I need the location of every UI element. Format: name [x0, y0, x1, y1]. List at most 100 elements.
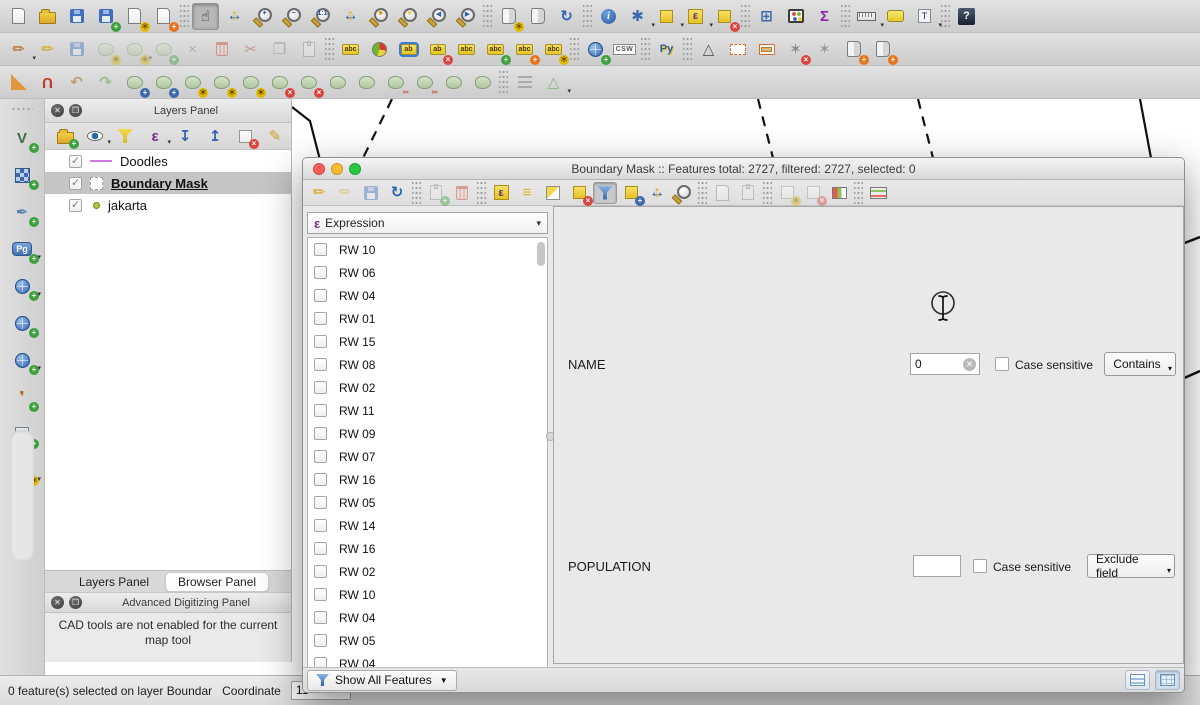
reshape-features-icon[interactable]: [324, 69, 351, 96]
feature-row[interactable]: RW 06: [308, 261, 547, 284]
delete-ring-icon[interactable]: ×: [266, 69, 293, 96]
deselect-all-icon[interactable]: ×: [711, 3, 738, 30]
list-scrollbar[interactable]: [537, 242, 545, 266]
filter-by-expression-icon[interactable]: ε▾: [143, 125, 167, 147]
clear-style-icon[interactable]: ✎: [263, 125, 287, 147]
move-selection-top-icon[interactable]: +: [619, 182, 643, 204]
add-feature-icon[interactable]: ＊: [92, 36, 119, 63]
cad-tools-icon[interactable]: [5, 69, 32, 96]
feature-checkbox[interactable]: [314, 634, 327, 647]
float-panel-icon[interactable]: ❐: [69, 596, 82, 609]
show-statistics-icon[interactable]: Σ: [811, 3, 838, 30]
add-group-icon[interactable]: +: [53, 125, 77, 147]
select-features-icon[interactable]: ▾: [653, 3, 680, 30]
form-view-icon[interactable]: [1125, 670, 1150, 690]
simplify-feature-icon[interactable]: +: [150, 69, 177, 96]
conditional-formatting-icon[interactable]: [827, 182, 851, 204]
remove-layer-icon[interactable]: ×: [233, 125, 257, 147]
feature-checkbox[interactable]: [314, 588, 327, 601]
cut-features-icon[interactable]: ✂: [237, 36, 264, 63]
current-edits-icon[interactable]: ✏▾: [5, 36, 32, 63]
tab-browser-panel[interactable]: Browser Panel: [165, 572, 269, 592]
population-filter-input[interactable]: [913, 555, 961, 577]
delete-selected-features-icon[interactable]: [450, 182, 474, 204]
layer-checkbox[interactable]: [69, 199, 82, 212]
zoom-last-icon[interactable]: ◀: [424, 3, 451, 30]
multiedit-mode-icon[interactable]: ✏: [333, 182, 357, 204]
fill-ring-icon[interactable]: ＊: [237, 69, 264, 96]
apply-style-wand-icon[interactable]: ✶: [811, 36, 838, 63]
paste-rows-icon[interactable]: [736, 182, 760, 204]
multiedit-attributes-icon[interactable]: [511, 69, 538, 96]
feature-checkbox[interactable]: [314, 358, 327, 371]
name-case-sensitive-checkbox[interactable]: [995, 357, 1009, 371]
dialog-titlebar[interactable]: Boundary Mask :: Features total: 2727, f…: [303, 158, 1184, 180]
feature-checkbox[interactable]: [314, 565, 327, 578]
delete-field-icon[interactable]: ×: [801, 182, 825, 204]
expand-all-icon[interactable]: ↧: [173, 125, 197, 147]
feature-checkbox[interactable]: [314, 427, 327, 440]
save-layer-edits-icon[interactable]: [63, 36, 90, 63]
split-parts-icon[interactable]: ✂: [411, 69, 438, 96]
paste-features-icon[interactable]: [295, 36, 322, 63]
move-feature-icon[interactable]: +: [150, 36, 177, 63]
feature-checkbox[interactable]: [314, 611, 327, 624]
feature-row[interactable]: RW 14: [308, 514, 547, 537]
feature-row[interactable]: RW 02: [308, 376, 547, 399]
delete-selected-icon[interactable]: [208, 36, 235, 63]
python-console-icon[interactable]: Py: [653, 36, 680, 63]
feature-checkbox[interactable]: [314, 312, 327, 325]
undo-icon[interactable]: ↶: [63, 69, 90, 96]
feature-checkbox[interactable]: [314, 542, 327, 555]
feature-row[interactable]: RW 04: [308, 284, 547, 307]
new-print-composer-icon[interactable]: ＊: [121, 3, 148, 30]
merge-attributes-icon[interactable]: [469, 69, 496, 96]
feature-checkbox[interactable]: [314, 473, 327, 486]
population-case-sensitive-checkbox[interactable]: [973, 559, 987, 573]
feature-row[interactable]: RW 16: [308, 468, 547, 491]
zoom-next-icon[interactable]: ▶: [453, 3, 480, 30]
filter-legend-icon[interactable]: [113, 125, 137, 147]
feature-row[interactable]: RW 07: [308, 445, 547, 468]
show-all-features-button[interactable]: Show All Features ▼: [307, 670, 457, 691]
title-decoration-icon[interactable]: [753, 36, 780, 63]
layer-row-jakarta[interactable]: jakarta: [45, 194, 291, 216]
redo-icon[interactable]: ↷: [92, 69, 119, 96]
feature-checkbox[interactable]: [314, 450, 327, 463]
add-vector-layer-icon[interactable]: V+: [7, 125, 37, 151]
show-bookmarks-icon[interactable]: [524, 3, 551, 30]
add-feature-icon[interactable]: +: [424, 182, 448, 204]
feature-row[interactable]: RW 10: [308, 583, 547, 606]
minimize-window-button[interactable]: [331, 163, 343, 175]
add-delimited-text-layer-icon[interactable]: ❜+: [7, 384, 37, 410]
zoom-to-layer-icon[interactable]: ■: [366, 3, 393, 30]
zoom-to-selection-icon[interactable]: ■: [395, 3, 422, 30]
layer-row-boundary-mask[interactable]: Boundary Mask: [45, 172, 291, 194]
label-layer-icon[interactable]: abc: [337, 36, 364, 63]
layer-checkbox[interactable]: [69, 155, 82, 168]
extent-rectangle-icon[interactable]: [724, 36, 751, 63]
composer-manager-icon[interactable]: +: [150, 3, 177, 30]
feature-checkbox[interactable]: [314, 496, 327, 509]
pan-map-icon[interactable]: ☝: [192, 3, 219, 30]
deselect-all-icon[interactable]: ×: [567, 182, 591, 204]
layer-checkbox[interactable]: [69, 177, 82, 190]
zoom-full-extent-icon[interactable]: [337, 3, 364, 30]
map-tips-icon[interactable]: [882, 3, 909, 30]
delete-part-icon[interactable]: ×: [295, 69, 322, 96]
layer-visibility-icon[interactable]: ▾: [83, 125, 107, 147]
folder-open-icon[interactable]: [34, 3, 61, 30]
add-raster-layer-icon[interactable]: +: [7, 162, 37, 188]
offset-curve-icon[interactable]: [353, 69, 380, 96]
split-features-icon[interactable]: ✂: [382, 69, 409, 96]
expression-filter-dropdown[interactable]: ε Expression: [307, 212, 548, 234]
add-wcs-layer-icon[interactable]: +: [7, 310, 37, 336]
toggle-editing-icon[interactable]: ✏: [307, 182, 331, 204]
label-move-icon[interactable]: abc+: [482, 36, 509, 63]
label-properties-icon[interactable]: abc＊: [540, 36, 567, 63]
clear-input-icon[interactable]: ✕: [963, 358, 976, 371]
new-bookmark-icon[interactable]: ＊: [495, 3, 522, 30]
layer-diagram-icon[interactable]: [366, 36, 393, 63]
feature-row[interactable]: RW 02: [308, 560, 547, 583]
pan-to-selection-icon[interactable]: [645, 182, 669, 204]
